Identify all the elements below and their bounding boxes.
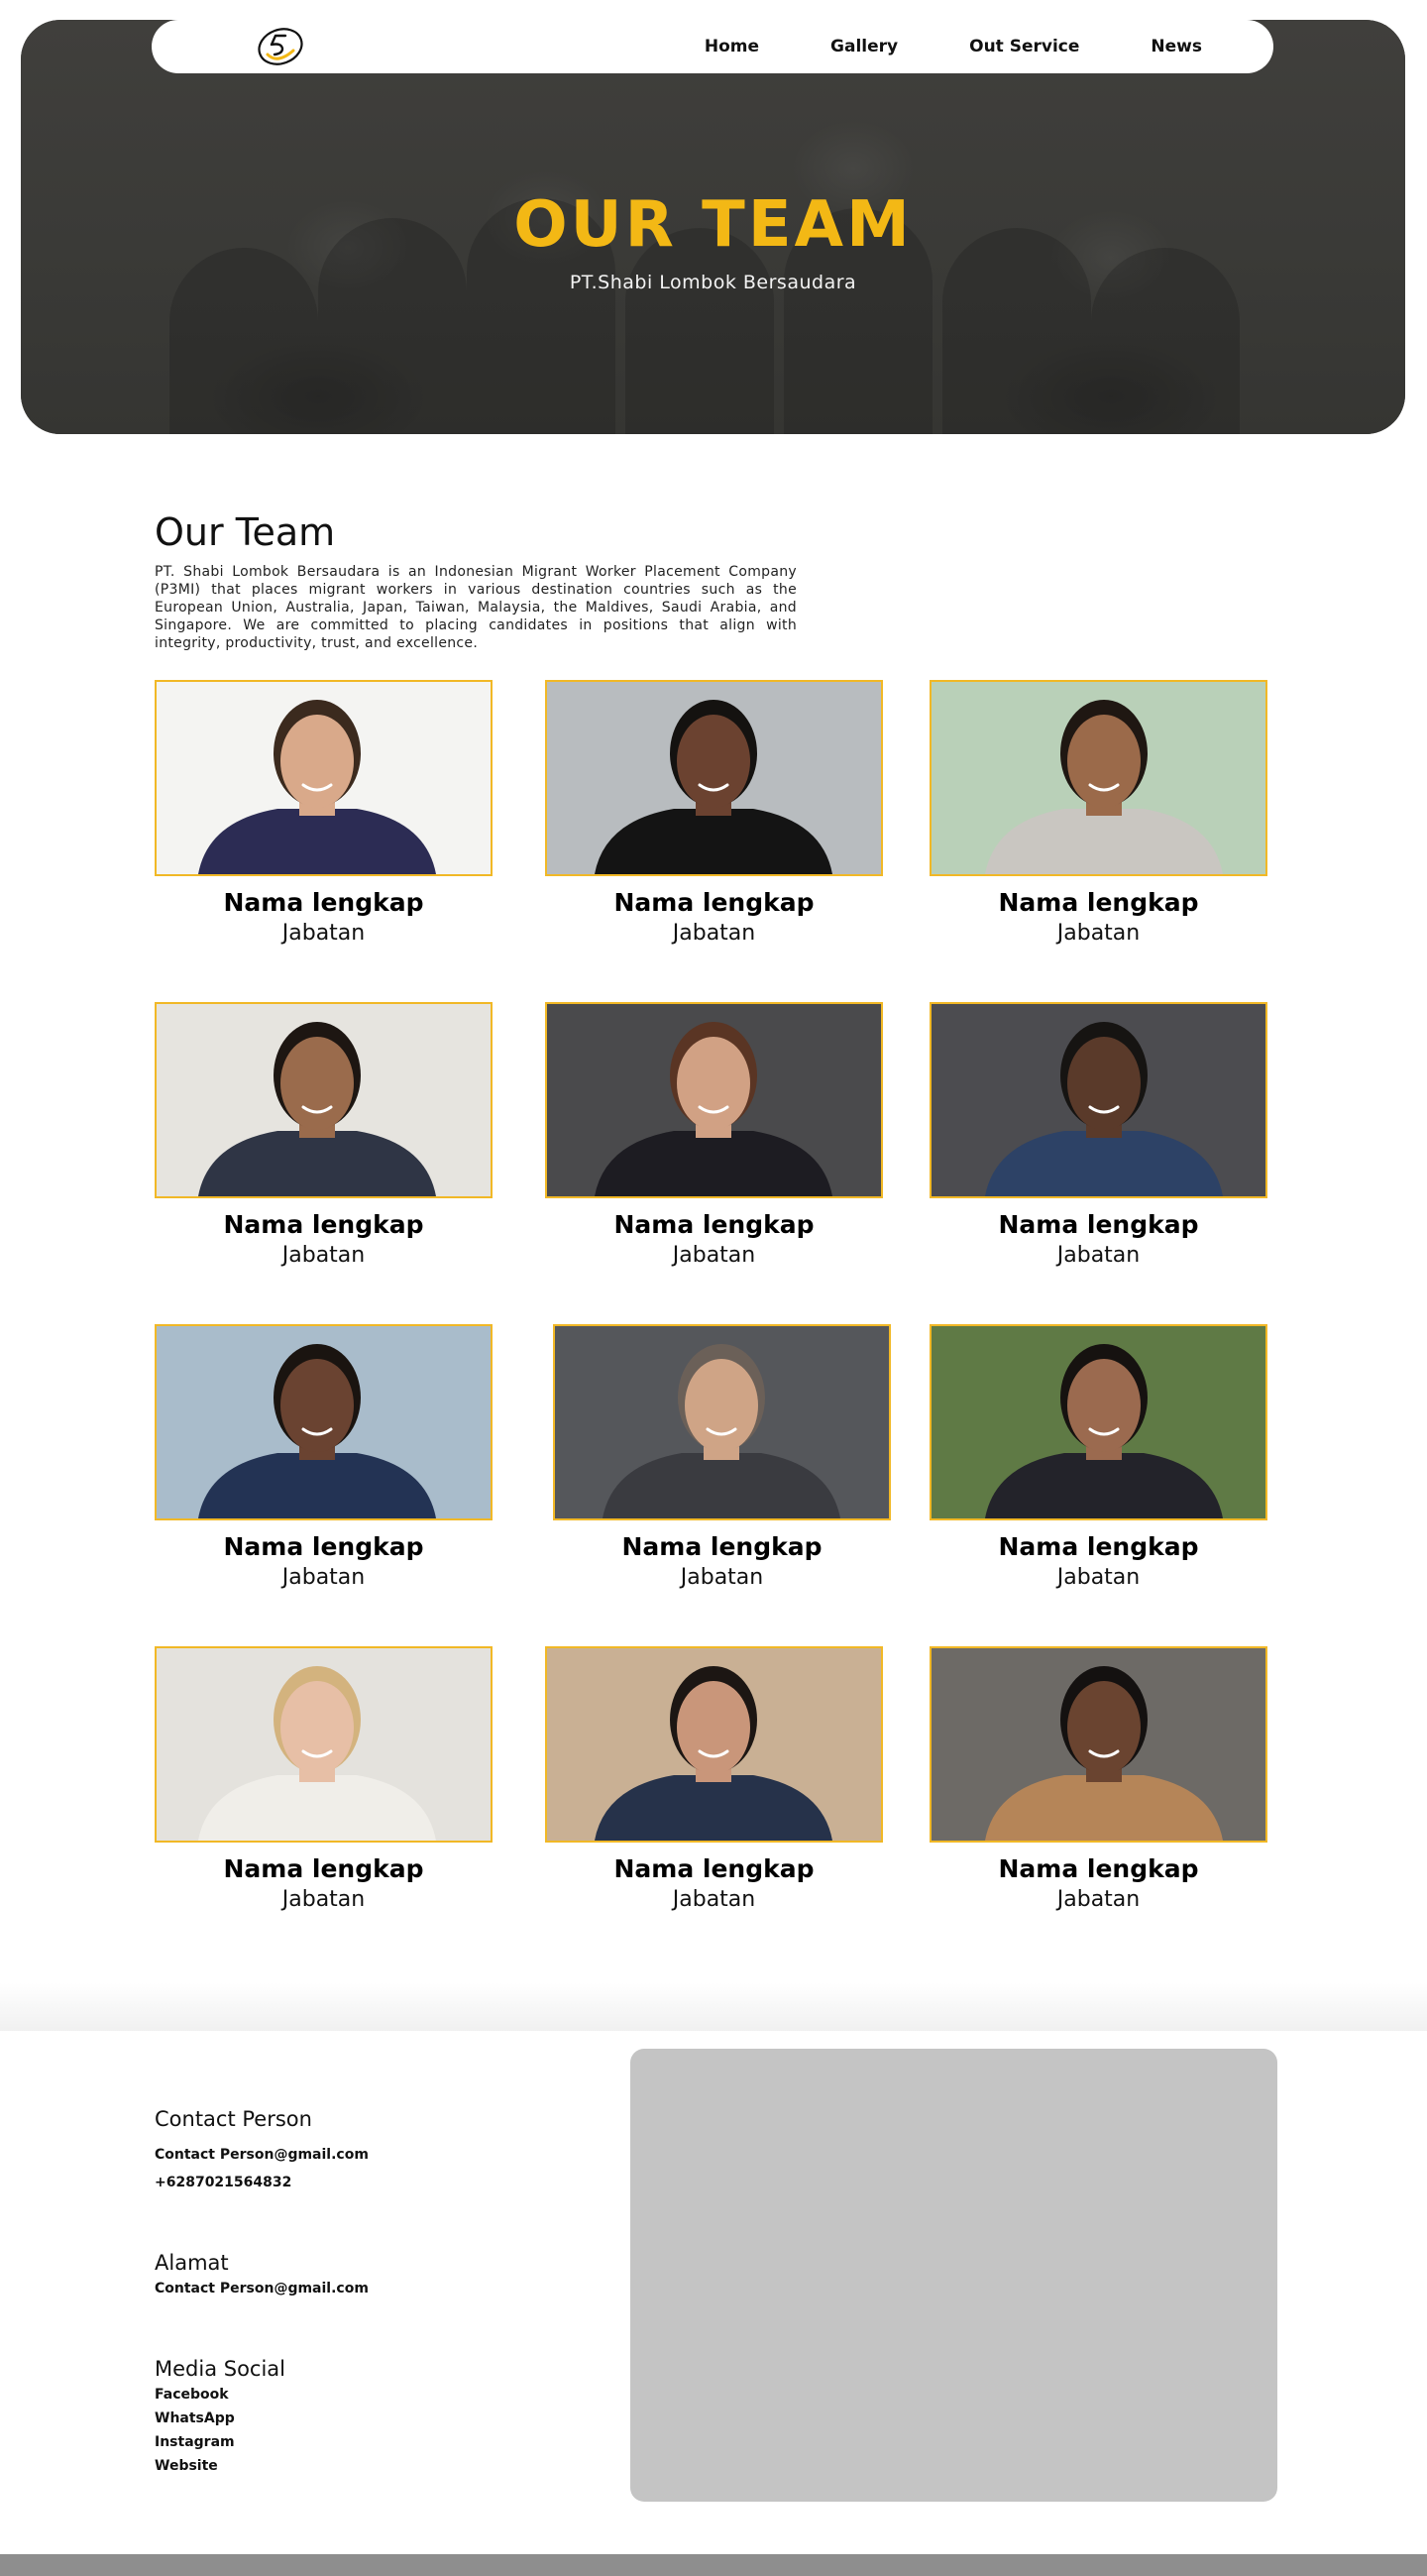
portrait-image (932, 1004, 1265, 1196)
top-navbar: Home Gallery Out Service News (152, 20, 1273, 73)
team-member-name: Nama lengkap (621, 1532, 823, 1561)
team-member-name: Nama lengkap (998, 888, 1199, 917)
team-member-photo (155, 1002, 493, 1198)
team-member-card[interactable]: Nama lengkap Jabatan (930, 680, 1267, 946)
portrait-image (157, 682, 491, 874)
team-member-role: Jabatan (1056, 1887, 1141, 1912)
nav-links: Home Gallery Out Service News (705, 20, 1273, 73)
team-member-role: Jabatan (680, 1565, 764, 1590)
team-member-name: Nama lengkap (613, 1854, 815, 1883)
team-member-role: Jabatan (281, 1887, 366, 1912)
team-member-photo (155, 1324, 493, 1520)
portrait-image (157, 1004, 491, 1196)
portrait-image (157, 1648, 491, 1841)
nav-news-link[interactable]: News (1151, 37, 1202, 56)
team-section-title: Our Team (155, 510, 336, 554)
portrait-image (932, 1326, 1265, 1518)
social-website-link[interactable]: Website (155, 2458, 218, 2474)
team-member-role: Jabatan (672, 1243, 756, 1268)
team-member-role: Jabatan (1056, 1243, 1141, 1268)
social-facebook-link[interactable]: Facebook (155, 2387, 229, 2403)
team-member-card[interactable]: Nama lengkap Jabatan (155, 1646, 493, 1912)
team-member-role: Jabatan (1056, 921, 1141, 946)
portrait-image (547, 682, 881, 874)
portrait-image (547, 1648, 881, 1841)
portrait-image (547, 1004, 881, 1196)
team-member-photo (545, 1002, 883, 1198)
team-member-card[interactable]: Nama lengkap Jabatan (930, 1002, 1267, 1268)
team-member-role: Jabatan (1056, 1565, 1141, 1590)
map-placeholder[interactable] (630, 2049, 1277, 2502)
team-member-photo (155, 680, 493, 876)
team-member-card[interactable]: Nama lengkap Jabatan (545, 680, 883, 946)
team-member-card[interactable]: Nama lengkap Jabatan (155, 1324, 493, 1590)
team-member-role: Jabatan (281, 1565, 366, 1590)
portrait-image (932, 1648, 1265, 1841)
team-member-name: Nama lengkap (223, 1854, 424, 1883)
team-member-photo (930, 1646, 1267, 1843)
contact-phone[interactable]: +6287021564832 (155, 2175, 291, 2190)
footer-divider-shadow (0, 1982, 1427, 2032)
team-member-card[interactable]: Nama lengkap Jabatan (553, 1324, 891, 1590)
team-member-photo (930, 1324, 1267, 1520)
portrait-image (932, 682, 1265, 874)
nav-home-link[interactable]: Home (705, 37, 759, 56)
hero-title: OUR TEAM (513, 188, 913, 262)
team-member-photo (545, 1646, 883, 1843)
team-member-role: Jabatan (672, 921, 756, 946)
contact-email[interactable]: Contact Person@gmail.com (155, 2147, 369, 2163)
team-member-card[interactable]: Nama lengkap Jabatan (930, 1324, 1267, 1590)
social-heading: Media Social (155, 2357, 286, 2381)
social-whatsapp-link[interactable]: WhatsApp (155, 2410, 235, 2426)
hero-subtitle: PT.Shabi Lombok Bersaudara (569, 272, 857, 293)
team-member-name: Nama lengkap (998, 1532, 1199, 1561)
address-text: Contact Person@gmail.com (155, 2281, 369, 2296)
team-member-name: Nama lengkap (223, 888, 424, 917)
contact-heading: Contact Person (155, 2107, 312, 2131)
team-member-photo (155, 1646, 493, 1843)
team-member-name: Nama lengkap (613, 888, 815, 917)
team-section-description: PT. Shabi Lombok Bersaudara is an Indone… (155, 564, 797, 651)
team-member-card[interactable]: Nama lengkap Jabatan (545, 1002, 883, 1268)
logo-icon (258, 28, 303, 65)
team-member-card[interactable]: Nama lengkap Jabatan (545, 1646, 883, 1912)
team-member-card[interactable]: Nama lengkap Jabatan (930, 1646, 1267, 1912)
team-member-photo (930, 1002, 1267, 1198)
team-member-name: Nama lengkap (998, 1854, 1199, 1883)
bottom-bar (0, 2554, 1427, 2576)
nav-gallery-link[interactable]: Gallery (830, 37, 898, 56)
social-instagram-link[interactable]: Instagram (155, 2434, 235, 2450)
portrait-image (157, 1326, 491, 1518)
team-member-name: Nama lengkap (223, 1210, 424, 1239)
team-member-photo (553, 1324, 891, 1520)
address-heading: Alamat (155, 2251, 229, 2275)
team-member-name: Nama lengkap (223, 1532, 424, 1561)
team-member-role: Jabatan (672, 1887, 756, 1912)
team-member-card[interactable]: Nama lengkap Jabatan (155, 1002, 493, 1268)
nav-service-link[interactable]: Out Service (969, 37, 1079, 56)
team-member-role: Jabatan (281, 1243, 366, 1268)
company-logo[interactable] (256, 27, 305, 66)
team-member-role: Jabatan (281, 921, 366, 946)
team-member-photo (930, 680, 1267, 876)
team-member-card[interactable]: Nama lengkap Jabatan (155, 680, 493, 946)
team-member-name: Nama lengkap (998, 1210, 1199, 1239)
portrait-image (555, 1326, 889, 1518)
team-member-name: Nama lengkap (613, 1210, 815, 1239)
team-member-photo (545, 680, 883, 876)
hero-banner: OUR TEAM PT.Shabi Lombok Bersaudara (21, 20, 1405, 434)
